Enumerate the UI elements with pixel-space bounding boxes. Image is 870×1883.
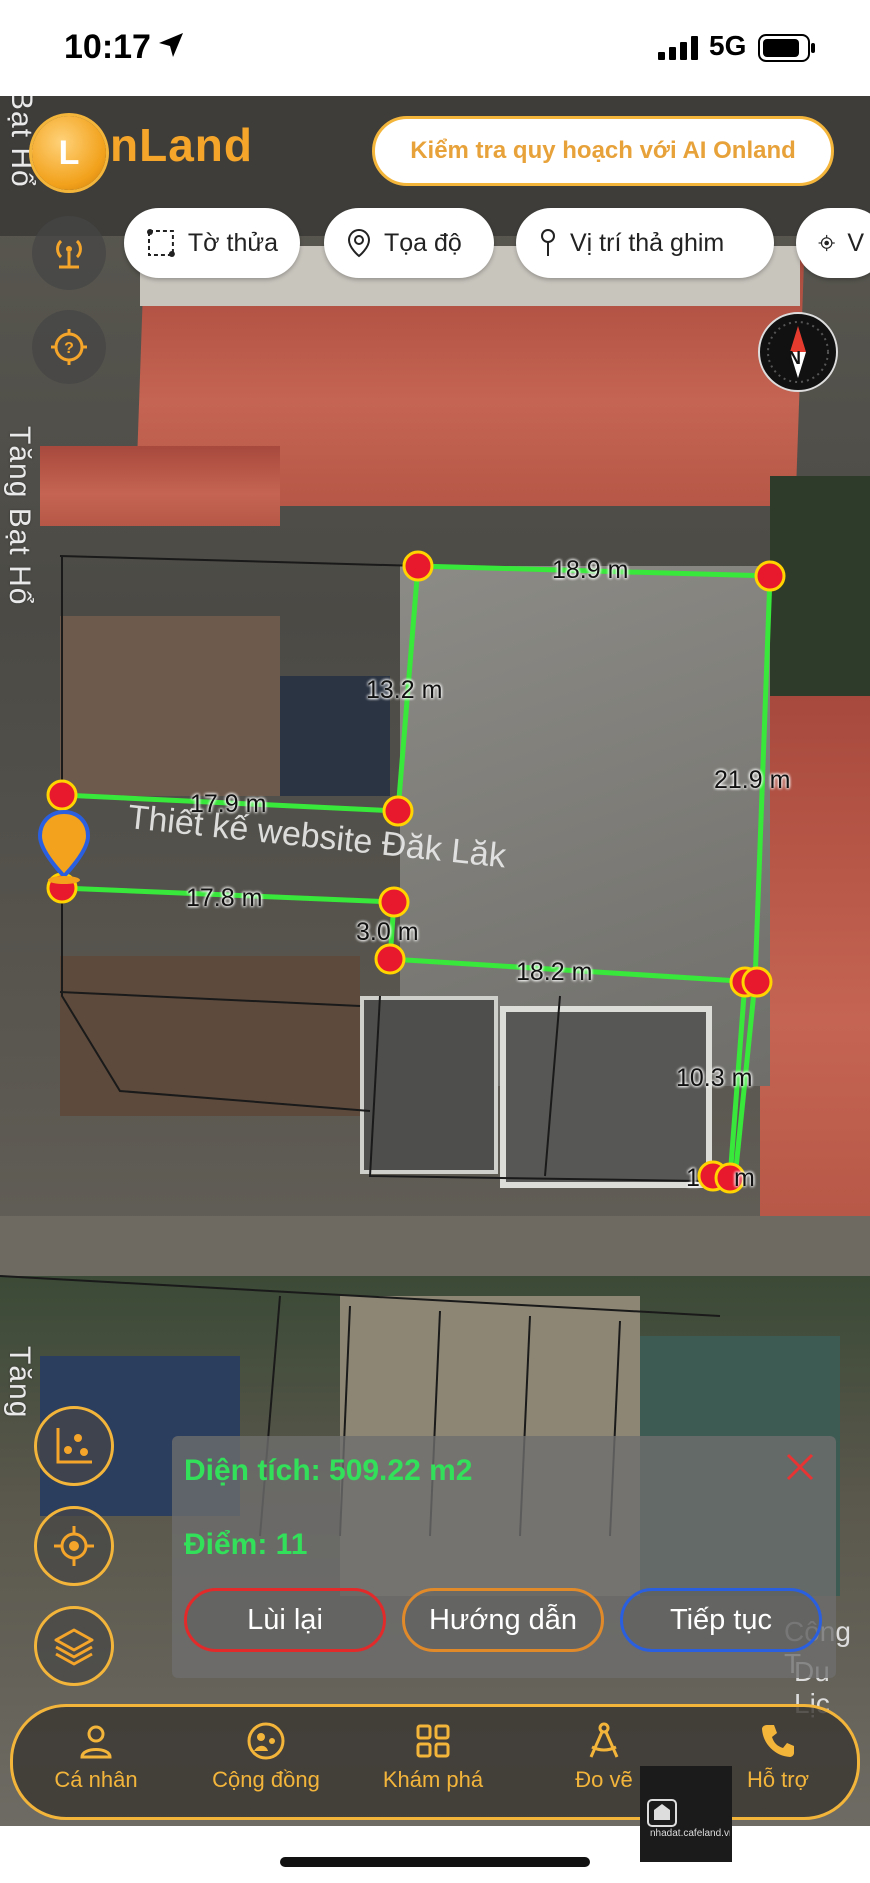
points-count: Điểm: 11 [184,1528,308,1561]
compass-button[interactable]: N [758,312,838,392]
measure-label: 10.3 m [676,1064,753,1092]
user-location-pin-icon [37,809,91,884]
nav-label: Cá nhân [54,1767,138,1792]
chip-drop-pin[interactable]: Vị trí thả ghim [516,208,774,278]
chip-label: Tọa độ [384,228,462,257]
nav-label: Đo vẽ [575,1767,633,1792]
location-arrow-icon [159,33,183,57]
measure-label: 17.9 m [190,790,267,818]
layers-icon [54,1628,94,1666]
close-icon [786,1453,814,1481]
help-location-button[interactable]: ? [32,310,106,384]
network-type: 5G [709,30,747,61]
person-icon [80,1725,112,1759]
parcel-icon [146,229,175,257]
continue-button[interactable]: Tiếp tục [620,1588,822,1652]
crosshair-icon [818,234,835,252]
community-icon [247,1722,285,1760]
cafeland-watermark: nhadat.cafeland.vn [640,1766,732,1862]
broadcast-icon [56,239,82,269]
measure-label: 13.2 m [366,676,443,704]
status-time: 10:17 [64,28,151,66]
nav-support[interactable]: Hỗ trợ [713,1721,843,1793]
battery-icon [758,34,815,62]
svg-text:L: L [59,134,80,172]
close-panel-button[interactable] [784,1450,816,1490]
bottom-nav: Cá nhân Cộng đồng Khám phá Đo vẽ Hỗ trợ [10,1704,860,1820]
watermark-text: nhadat.cafeland.vn [650,1828,730,1839]
nav-label: Hỗ trợ [746,1767,810,1792]
measure-label: 3.0 m [356,918,419,946]
crosshair-icon [54,1526,94,1566]
measure-label: 18.9 m [552,556,629,584]
scatter-chart-icon [56,1428,92,1464]
drop-pin-icon [541,229,555,256]
measure-label: 1 [686,1164,700,1192]
chart-tool-button[interactable] [34,1406,114,1486]
my-location-button[interactable] [34,1506,114,1586]
onland-logo[interactable]: L [32,116,106,190]
nav-label: Cộng đồng [212,1767,320,1792]
nav-community[interactable]: Cộng đồng [201,1721,331,1793]
nav-label: Khám phá [382,1767,484,1792]
measure-label: 17.8 m [186,884,263,912]
chip-label: V [847,228,864,257]
location-pin-icon [347,228,371,258]
status-bar: 10:17 5G [0,0,870,96]
grid-icon [416,1724,450,1758]
signal-icon [658,36,698,60]
chip-coordinates[interactable]: Tọa độ [324,208,494,278]
ai-planning-check-button[interactable]: Kiểm tra quy hoạch với AI Onland [372,116,834,186]
phone-icon [762,1725,794,1757]
chip-label: Vị trí thả ghim [570,228,725,257]
question-target-icon: ? [51,329,87,365]
guide-button[interactable]: Hướng dẫn [402,1588,604,1652]
nav-personal[interactable]: Cá nhân [31,1721,161,1793]
measure-panel: Diện tích: 509.22 m2 Điểm: 11 Lùi lại Hư… [172,1436,836,1678]
chip-label: Tờ thửa [187,228,278,257]
undo-button[interactable]: Lùi lại [184,1588,386,1652]
compass-label: N [788,348,801,368]
layers-button[interactable] [34,1606,114,1686]
house-logo-icon [647,1799,677,1827]
nav-explore[interactable]: Khám phá [368,1721,498,1793]
home-indicator [280,1857,590,1867]
area-value: Diện tích: 509.22 m2 [184,1454,473,1487]
measure-label: 21.9 m [714,766,791,794]
chip-crosshair[interactable]: V [796,208,870,278]
svg-text:?: ? [64,340,74,357]
signal-tower-button[interactable] [32,216,106,290]
measure-label: 18.2 m [516,958,593,986]
measure-label: m [734,1164,755,1192]
measure-icon [589,1722,619,1758]
brand-name: nLand [110,119,253,171]
chip-parcel[interactable]: Tờ thửa [124,208,300,278]
